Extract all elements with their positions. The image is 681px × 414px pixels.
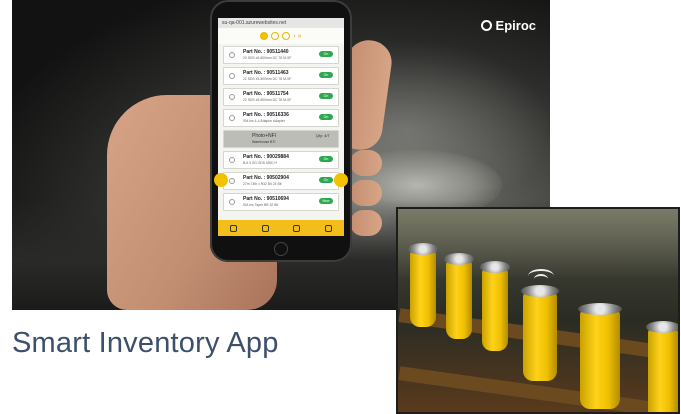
part-description: 27m 73th x R32 Bit 24 Bit (243, 182, 282, 186)
part-icon (229, 157, 235, 163)
drill-bit (444, 253, 474, 339)
globe-icon[interactable] (230, 224, 238, 232)
finger (350, 150, 382, 176)
brand-name: Epiroc (495, 18, 536, 33)
list-item[interactable]: Part No. : 90502904 27m 73th x R32 Bit 2… (223, 172, 339, 190)
part-number: Part No. : 90511440 (243, 49, 289, 55)
part-icon (229, 199, 235, 205)
part-description: B-6 5 SG-SDS MSD H (243, 161, 277, 165)
drill-bit (480, 261, 510, 351)
part-description: SM-Ins 4-4 Adaptor Adapter (243, 119, 285, 123)
list-item[interactable]: Part No. : 90511440 20 SDS x5-600mm DC 7… (223, 46, 339, 64)
part-number: Part No. : 90502904 (243, 175, 289, 181)
drill-bits-photo (396, 207, 680, 414)
part-number: Part No. : 90029884 (243, 154, 289, 160)
scan-button[interactable] (214, 173, 228, 187)
warehouse-name: Warehouse BTI (252, 140, 276, 144)
url-bar[interactable]: su-qa-001.azurewebsites.net (218, 18, 344, 28)
warehouse-row[interactable]: Photo+NFI Warehouse BTI Qty: 4/T (223, 130, 339, 148)
warehouse-label: Photo+NFI (252, 133, 277, 139)
status-button[interactable]: On (319, 93, 333, 99)
step-dot[interactable] (282, 32, 291, 40)
drill-bit (521, 285, 559, 381)
epiroc-logo-icon (480, 20, 492, 31)
search-button[interactable] (334, 173, 348, 187)
part-number: Part No. : 90511754 (243, 91, 289, 97)
parts-list: Part No. : 90511440 20 SDS x5-600mm DC 7… (218, 44, 344, 216)
home-button[interactable] (274, 242, 288, 256)
part-description: 22 SDS x5-500mm DC 78 M-SF (243, 77, 292, 81)
status-button[interactable]: On (319, 51, 333, 57)
part-number: Part No. : 90510694 (243, 196, 289, 202)
phone-screen: su-qa-001.azurewebsites.net › » Part No.… (218, 18, 344, 236)
part-number: Part No. : 90516336 (243, 112, 289, 118)
part-description: SM-Ins Taper BB 32 Bit (243, 203, 279, 207)
document-icon[interactable] (293, 224, 301, 232)
list-item[interactable]: Part No. : 90511754 22 SDS x5-500mm DC 7… (223, 88, 339, 106)
status-button[interactable]: On (319, 177, 333, 183)
page-title: Smart Inventory App (12, 327, 279, 359)
bottom-nav (218, 220, 344, 236)
quantity-label: Qty: 4/T (315, 133, 330, 138)
drill-bit (646, 321, 678, 412)
step-dot-active[interactable] (260, 32, 269, 40)
status-button[interactable]: New (319, 198, 333, 204)
brand-logo: Epiroc (480, 18, 536, 33)
part-icon (229, 73, 235, 79)
part-number: Part No. : 90511463 (243, 70, 289, 76)
finger (350, 210, 382, 236)
finger (350, 180, 382, 206)
step-dot[interactable] (271, 32, 280, 40)
part-icon (229, 52, 235, 58)
status-button[interactable]: On (319, 156, 333, 162)
step-indicator: › » (218, 28, 344, 44)
part-icon (229, 178, 235, 184)
list-item[interactable]: Part No. : 90516336 SM-Ins 4-4 Adaptor A… (223, 109, 339, 127)
list-item[interactable]: Part No. : 90510694 SM-Ins Taper BB 32 B… (223, 193, 339, 211)
drill-bit (408, 243, 438, 327)
list-item[interactable]: Part No. : 90511463 22 SDS x5-500mm DC 7… (223, 67, 339, 85)
status-button[interactable]: On (319, 114, 333, 120)
part-description: 22 SDS x5-500mm DC 78 M-SF (243, 98, 292, 102)
wifi-icon (534, 274, 548, 284)
status-button[interactable]: On (319, 72, 333, 78)
part-icon (229, 94, 235, 100)
drill-bit (578, 303, 622, 409)
list-item[interactable]: Part No. : 90029884 B-6 5 SG-SDS MSD H O… (223, 151, 339, 169)
part-description: 20 SDS x5-600mm DC 78 M-SF (243, 56, 292, 60)
cart-icon[interactable] (324, 224, 332, 232)
box-icon[interactable] (261, 224, 269, 232)
part-icon (229, 115, 235, 121)
phone: su-qa-001.azurewebsites.net › » Part No.… (210, 0, 352, 262)
next-arrow-icon[interactable]: › » (293, 33, 301, 40)
